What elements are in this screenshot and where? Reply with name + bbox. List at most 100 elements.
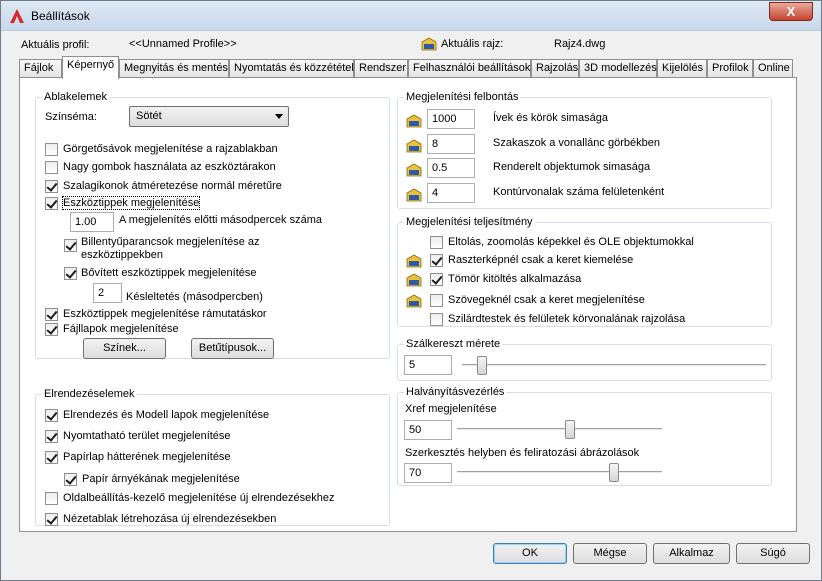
solid-fill-checkbox[interactable] <box>430 273 443 286</box>
rendered-smoothness-input[interactable]: 0.5 <box>427 158 475 178</box>
layout-model-tabs-label: Elrendezés és Modell lapok megjelenítése <box>63 409 270 421</box>
inplace-fade-slider-track[interactable] <box>457 471 662 474</box>
rendered-smoothness-label: Renderelt objektumok simasága <box>493 161 651 173</box>
drawing-file-icon <box>406 188 422 202</box>
file-tabs-label: Fájllapok megjelenítése <box>63 323 179 335</box>
paper-shadow-checkbox[interactable] <box>64 473 77 486</box>
window-title: Beállítások <box>31 9 90 23</box>
xref-fade-slider-track[interactable] <box>457 428 662 431</box>
printable-area-checkbox[interactable] <box>45 430 58 443</box>
solid-fill-label: Tömör kitöltés alkalmazása <box>448 273 582 285</box>
crosshair-size-input[interactable]: 5 <box>404 355 452 375</box>
tab-drafting[interactable]: Rajzolás <box>531 59 579 78</box>
tooltip-delay-input[interactable]: 1.00 <box>70 212 114 232</box>
extended-tooltips-checkbox[interactable] <box>64 267 77 280</box>
tooltips-label: Eszköztippek megjelenítése <box>61 196 201 210</box>
tab-plot-publish[interactable]: Nyomtatás és közzététel <box>229 59 354 78</box>
page-setup-manager-label: Oldalbeállítás-kezelő megjelenítése új e… <box>63 492 335 504</box>
drawing-file-icon <box>421 37 437 51</box>
drawing-file-icon <box>406 254 422 268</box>
display-resolution-title: Megjelenítési felbontás <box>404 91 521 103</box>
polyline-segments-label: Szakaszok a vonallánc görbékben <box>493 137 660 149</box>
color-scheme-value: Sötét <box>136 110 162 122</box>
colors-button[interactable]: Színek... <box>83 338 166 359</box>
paper-background-checkbox[interactable] <box>45 451 58 464</box>
extended-delay-input[interactable]: 2 <box>93 283 122 303</box>
display-resolution-group: Megjelenítési felbontás 1000 Ívek és kör… <box>397 91 772 209</box>
shortcut-keys-label: Billentyűparancsok megjelenítése az eszk… <box>81 236 260 261</box>
create-viewports-label: Nézetablak létrehozása új elrendezésekbe… <box>63 513 277 525</box>
display-performance-group: Megjelenítési teljesítmény Eltolás, zoom… <box>397 216 772 327</box>
inplace-fade-slider-thumb[interactable] <box>608 463 619 482</box>
drawing-file-icon <box>406 294 422 308</box>
arc-smoothness-input[interactable]: 1000 <box>427 109 475 129</box>
color-scheme-dropdown[interactable]: Sötét <box>129 106 289 127</box>
drawing-file-icon <box>406 139 422 153</box>
shortcut-keys-checkbox[interactable] <box>64 239 77 252</box>
crosshair-size-title: Szálkereszt mérete <box>404 338 503 350</box>
close-button[interactable]: X <box>769 2 813 21</box>
rollover-tooltips-label: Eszköztippek megjelenítése rámutatáskor <box>63 308 267 320</box>
tab-files[interactable]: Fájlok <box>19 59 62 78</box>
current-drawing-label: Aktuális rajz: <box>441 38 504 50</box>
contour-lines-label: Kontúrvonalak száma felületenként <box>493 186 665 198</box>
crosshair-size-slider-track[interactable] <box>462 364 766 367</box>
ok-button[interactable]: OK <box>493 543 567 564</box>
fonts-button[interactable]: Betűtípusok... <box>191 338 274 359</box>
scrollbars-label: Görgetősávok megjelenítése a rajzablakba… <box>63 143 278 155</box>
resize-ribbon-label: Szalagikonok átméretezése normál méretűr… <box>63 180 282 192</box>
tab-selection[interactable]: Kijelölés <box>657 59 707 78</box>
extended-tooltips-label: Bővített eszköztippek megjelenítése <box>81 267 257 279</box>
create-viewports-checkbox[interactable] <box>45 513 58 526</box>
layout-elements-title: Elrendezéselemek <box>42 388 137 400</box>
tab-user-preferences[interactable]: Felhasználói beállítások <box>408 59 531 78</box>
xref-display-label: Xref megjelenítése <box>405 403 497 415</box>
page-setup-manager-checkbox[interactable] <box>45 492 58 505</box>
crosshair-size-slider-thumb[interactable] <box>476 356 487 375</box>
display-tab-panel: Ablakelemek Színséma: Sötét Görgetősávok… <box>19 77 797 532</box>
tooltips-checkbox[interactable] <box>45 197 58 210</box>
file-tabs-checkbox[interactable] <box>45 323 58 336</box>
resize-ribbon-checkbox[interactable] <box>45 180 58 193</box>
pan-zoom-label: Eltolás, zoomolás képekkel és OLE objekt… <box>448 236 694 248</box>
display-performance-title: Megjelenítési teljesítmény <box>404 216 535 228</box>
text-frame-checkbox[interactable] <box>430 294 443 307</box>
inplace-edit-label: Szerkesztés helyben és feliratozási ábrá… <box>405 447 640 459</box>
scrollbars-checkbox[interactable] <box>45 143 58 156</box>
current-drawing-value: Rajz4.dwg <box>554 38 606 50</box>
silhouettes-checkbox[interactable] <box>430 313 443 326</box>
contour-lines-input[interactable]: 4 <box>427 183 475 203</box>
pan-zoom-checkbox[interactable] <box>430 236 443 249</box>
extended-delay-label: Késleltetés (másodpercben) <box>126 291 263 303</box>
large-buttons-label: Nagy gombok használata az eszköztárakon <box>63 161 276 173</box>
fade-control-group: Halványításvezérlés Xref megjelenítése 5… <box>397 386 772 486</box>
xref-display-input[interactable]: 50 <box>404 420 452 440</box>
raster-frame-checkbox[interactable] <box>430 254 443 267</box>
current-profile-label: Aktuális profil: <box>21 39 90 51</box>
tab-open-save[interactable]: Megnyitás és mentés <box>119 59 229 78</box>
drawing-file-icon <box>406 114 422 128</box>
silhouettes-label: Szilárdtestek és felületek körvonalának … <box>448 313 686 325</box>
drawing-file-icon <box>406 273 422 287</box>
help-button[interactable]: Súgó <box>736 543 810 564</box>
inplace-edit-input[interactable]: 70 <box>404 463 452 483</box>
layout-model-tabs-checkbox[interactable] <box>45 409 58 422</box>
tab-online[interactable]: Online <box>753 59 793 78</box>
window-elements-group: Ablakelemek Színséma: Sötét Görgetősávok… <box>35 91 390 359</box>
rollover-tooltips-checkbox[interactable] <box>45 308 58 321</box>
large-buttons-checkbox[interactable] <box>45 161 58 174</box>
apply-button[interactable]: Alkalmaz <box>653 543 730 564</box>
tab-3d-modeling[interactable]: 3D modellezés <box>579 59 657 78</box>
tab-system[interactable]: Rendszer <box>354 59 408 78</box>
drawing-file-icon <box>406 163 422 177</box>
tab-display[interactable]: Képernyő <box>62 56 119 79</box>
printable-area-label: Nyomtatható terület megjelenítése <box>63 430 231 442</box>
xref-fade-slider-thumb[interactable] <box>565 420 576 439</box>
polyline-segments-input[interactable]: 8 <box>427 134 475 154</box>
layout-elements-group: Elrendezéselemek Elrendezés és Modell la… <box>35 388 390 526</box>
paper-background-label: Papírlap hátterének megjelenítése <box>63 451 231 463</box>
cancel-button[interactable]: Mégse <box>573 543 647 564</box>
tab-profiles[interactable]: Profilok <box>707 59 753 78</box>
chevron-down-icon <box>275 114 283 119</box>
arc-smoothness-label: Ívek és körök simasága <box>493 112 608 124</box>
